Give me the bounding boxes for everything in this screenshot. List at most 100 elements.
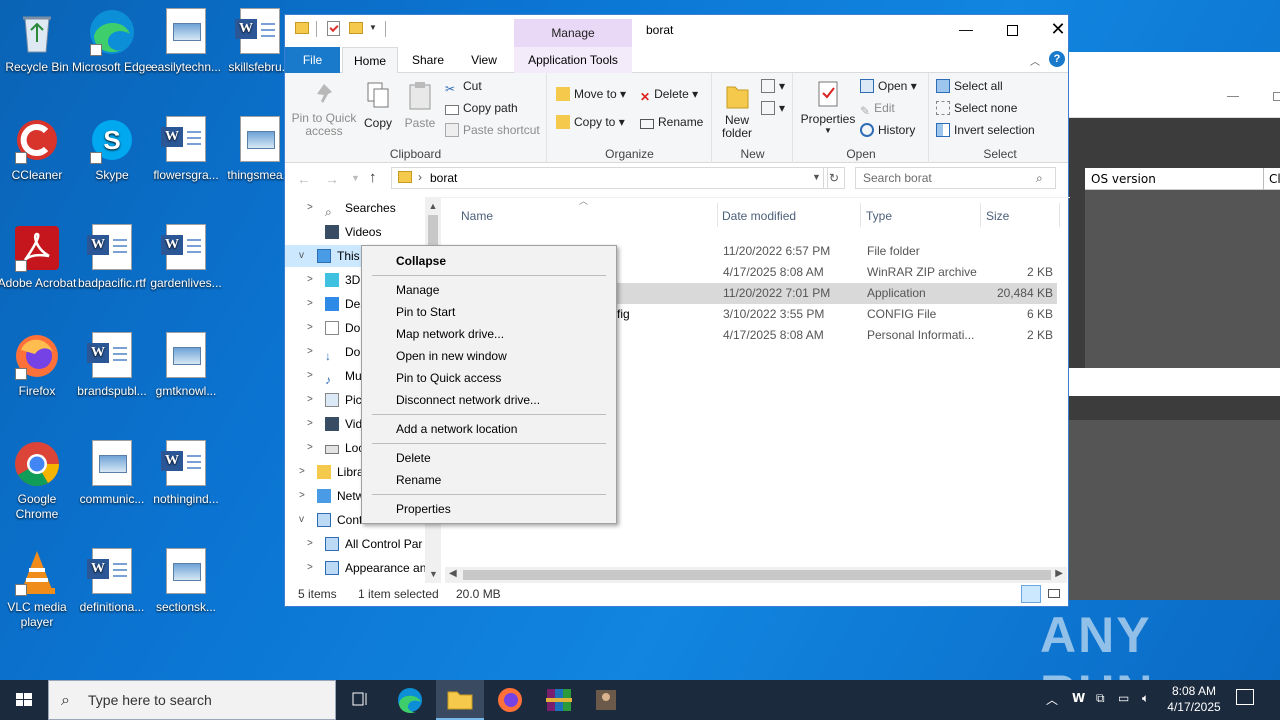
copy-path-button[interactable]: Copy path: [445, 101, 518, 115]
desktop-icon-acrobat[interactable]: Adobe Acrobat: [0, 224, 79, 291]
pin-quick-access-button[interactable]: Pin to Quick access: [291, 81, 357, 138]
show-hidden-icons[interactable]: ︿: [1046, 691, 1058, 708]
new-item-button[interactable]: ▾: [761, 79, 785, 93]
address-input[interactable]: › borat ▼: [391, 167, 828, 189]
desktop-icon-badpacific[interactable]: W badpacific.rtf: [70, 224, 154, 291]
background-window[interactable]: OS version Cl: [1069, 52, 1280, 600]
column-header-type[interactable]: Type: [866, 209, 892, 223]
copy-button[interactable]: Copy: [363, 81, 393, 130]
up-arrow-icon[interactable]: ↑: [369, 169, 377, 186]
horizontal-scrollbar[interactable]: ◀ ▶: [445, 567, 1067, 583]
taskbar-winrar[interactable]: [534, 680, 582, 720]
taskbar-app[interactable]: [582, 680, 630, 720]
open-button[interactable]: Open ▾: [860, 79, 917, 93]
winrar-tray-icon[interactable]: W: [1072, 691, 1085, 705]
menu-item-map-network-drive[interactable]: Map network drive...: [396, 323, 504, 345]
taskbar-file-explorer[interactable]: [436, 680, 484, 720]
back-arrow-icon[interactable]: ←: [297, 171, 311, 187]
minimize-icon[interactable]: [1227, 96, 1239, 97]
menu-item-collapse[interactable]: Collapse: [396, 250, 446, 272]
task-view-button[interactable]: [336, 680, 384, 720]
recent-dropdown-icon[interactable]: ▼: [351, 173, 360, 183]
delete-button[interactable]: ✕ Delete ▾: [640, 87, 698, 104]
start-button[interactable]: [0, 680, 48, 720]
menu-item-properties[interactable]: Properties: [396, 498, 451, 520]
column-header-name[interactable]: Name: [461, 209, 493, 223]
invert-selection-button[interactable]: Invert selection: [936, 123, 1035, 137]
details-view-button[interactable]: [1021, 585, 1041, 603]
menu-item-add-network-location[interactable]: Add a network location: [396, 418, 517, 440]
qat-dropdown-icon[interactable]: ▼: [369, 23, 377, 32]
tab-view[interactable]: View: [459, 47, 509, 73]
large-icons-view-button[interactable]: [1045, 585, 1063, 603]
column-header-date[interactable]: Date modified: [722, 209, 796, 223]
select-none-button[interactable]: Select none: [936, 101, 1017, 115]
menu-item-pin-to-start[interactable]: Pin to Start: [396, 301, 455, 323]
desktop-icon-nothingind[interactable]: W nothingind...: [144, 440, 228, 507]
column-header-os-version[interactable]: OS version: [1085, 168, 1280, 190]
menu-item-manage[interactable]: Manage: [396, 279, 439, 301]
title-bar[interactable]: ▼ Manage borat — ✕: [285, 15, 1068, 47]
breadcrumb[interactable]: borat: [430, 171, 457, 185]
rename-button[interactable]: Rename: [640, 115, 703, 129]
column-header-size[interactable]: Size: [986, 209, 1009, 223]
address-dropdown-icon[interactable]: ▼: [812, 172, 821, 182]
history-button[interactable]: History: [860, 123, 915, 137]
desktop-icon-gardenlives[interactable]: W gardenlives...: [144, 224, 228, 291]
desktop-icon-flowersgra[interactable]: W flowersgra...: [144, 116, 228, 183]
move-to-button[interactable]: Move to ▾: [556, 87, 626, 101]
desktop-icon-chrome[interactable]: Google Chrome: [0, 440, 79, 522]
properties-button[interactable]: Properties ▼: [800, 79, 856, 135]
menu-item-delete[interactable]: Delete: [396, 447, 431, 469]
search-input[interactable]: Search borat ⌕: [855, 167, 1056, 189]
copy-to-button[interactable]: Copy to ▾: [556, 115, 625, 129]
nav-item-searches[interactable]: > ⌕ Searches: [285, 197, 425, 219]
menu-item-disconnect-network-drive[interactable]: Disconnect network drive...: [396, 389, 540, 411]
maximize-button[interactable]: [989, 15, 1035, 45]
tab-home[interactable]: Home: [342, 47, 398, 74]
help-icon[interactable]: ?: [1049, 51, 1065, 67]
clock[interactable]: 8:08 AM 4/17/2025: [1166, 683, 1222, 715]
taskbar-search[interactable]: ⌕ Type here to search: [48, 680, 336, 720]
desktop-icon-communic[interactable]: communic...: [70, 440, 154, 507]
desktop-icon-edge[interactable]: Microsoft Edge: [70, 8, 154, 75]
edit-button[interactable]: ✎ Edit: [860, 101, 895, 118]
refresh-button[interactable]: ↻: [823, 167, 845, 189]
desktop-icon-ccleaner[interactable]: CCleaner: [0, 116, 79, 183]
paste-button[interactable]: Paste: [403, 81, 437, 130]
desktop-icon-easilytechn[interactable]: easilytechn...: [144, 8, 228, 75]
desktop-icon-vlc[interactable]: VLC media player: [0, 548, 79, 630]
new-folder-qat-icon[interactable]: [349, 22, 363, 34]
easy-access-button[interactable]: ▾: [761, 101, 785, 115]
nav-item-appearance[interactable]: > Appearance an: [285, 557, 426, 579]
desktop-icon-recycle-bin[interactable]: Recycle Bin: [0, 8, 79, 75]
tab-file[interactable]: File: [285, 47, 340, 73]
cut-button[interactable]: ✂ Cut: [445, 79, 482, 96]
context-menu[interactable]: Collapse Manage Pin to Start Map network…: [361, 245, 617, 524]
desktop-icon-skype[interactable]: S Skype: [70, 116, 154, 183]
nav-item-videos[interactable]: Videos: [285, 221, 425, 243]
new-folder-button[interactable]: New folder: [719, 81, 755, 140]
menu-item-rename[interactable]: Rename: [396, 469, 441, 491]
volume-icon[interactable]: 🔈︎: [1142, 691, 1149, 706]
nav-item-all-control-panel[interactable]: > All Control Par: [285, 533, 425, 555]
desktop-icon-definitiona[interactable]: W definitiona...: [70, 548, 154, 615]
network-icon[interactable]: ▭: [1118, 691, 1129, 705]
tab-application-tools[interactable]: Application Tools: [514, 47, 632, 73]
tray-app-icon[interactable]: ⧉: [1096, 691, 1105, 706]
desktop-icon-gmtknowl[interactable]: gmtknowl...: [144, 332, 228, 399]
desktop-icon-firefox[interactable]: Firefox: [0, 332, 79, 399]
close-button[interactable]: ✕: [1035, 15, 1081, 45]
notifications-icon[interactable]: [1236, 689, 1254, 705]
taskbar-firefox[interactable]: [486, 680, 534, 720]
properties-qat-icon[interactable]: [327, 21, 340, 36]
menu-item-pin-quick-access[interactable]: Pin to Quick access: [396, 367, 501, 389]
maximize-icon[interactable]: [1273, 92, 1280, 101]
paste-shortcut-button[interactable]: Paste shortcut: [445, 123, 540, 137]
ribbon-collapse-icon[interactable]: ︿: [1030, 53, 1040, 68]
menu-item-open-new-window[interactable]: Open in new window: [396, 345, 507, 367]
select-all-button[interactable]: Select all: [936, 79, 1003, 93]
forward-arrow-icon[interactable]: →: [325, 171, 339, 187]
desktop-icon-brandspubl[interactable]: W brandspubl...: [70, 332, 154, 399]
tab-share[interactable]: Share: [403, 47, 453, 73]
